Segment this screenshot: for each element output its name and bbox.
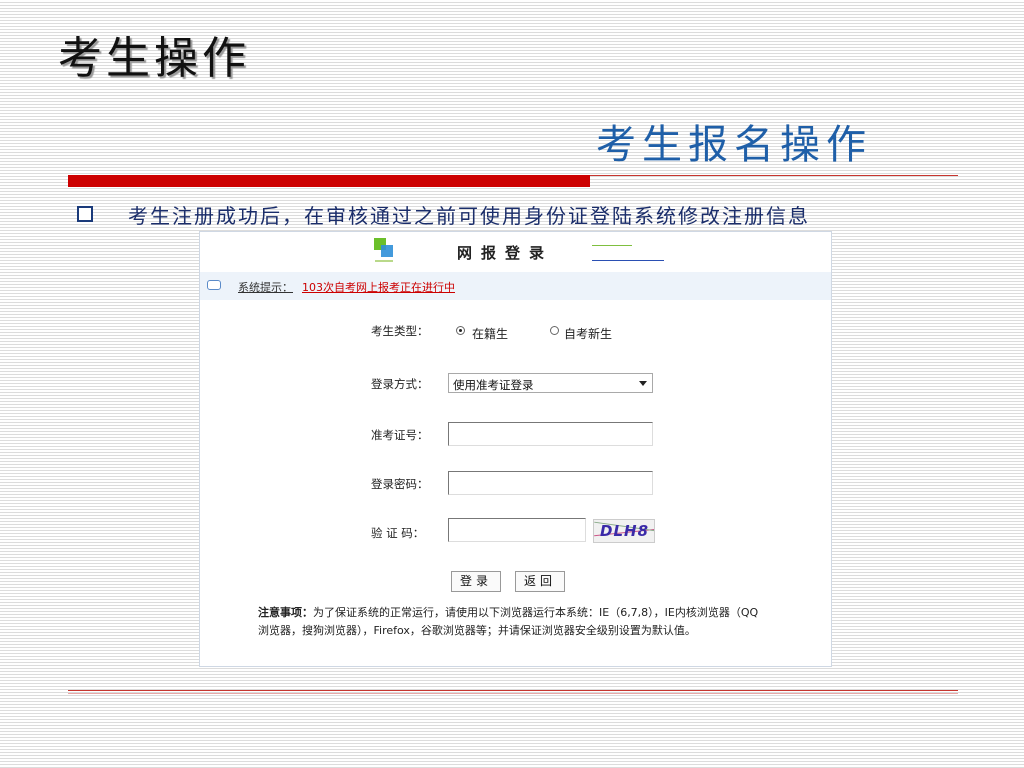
footer-divider — [68, 690, 958, 691]
password-input[interactable] — [448, 471, 653, 495]
bullet-square-icon — [77, 206, 93, 222]
bullet-text: 考生注册成功后，在审核通过之前可使用身份证登陆系统修改注册信息 — [128, 204, 810, 228]
logo-icon — [374, 238, 394, 262]
system-notice-bar: 系统提示： 103次自考网上报考正在进行中 — [200, 272, 831, 300]
password-label: 登录密码： — [371, 477, 429, 491]
header-decoration-line — [592, 245, 632, 246]
radio-enrolled-label[interactable]: 在籍生 — [472, 325, 508, 342]
header-divider-thick — [68, 175, 590, 187]
notice-link[interactable]: 103次自考网上报考正在进行中 — [302, 279, 455, 295]
captcha-input[interactable] — [448, 518, 586, 542]
header-decoration-line — [592, 260, 664, 261]
notice-label[interactable]: 系统提示： — [238, 279, 293, 295]
chevron-down-icon — [639, 381, 647, 386]
login-screenshot: 网报登录 系统提示： 103次自考网上报考正在进行中 考生类型： 在籍生 自考新… — [199, 231, 832, 667]
back-button[interactable]: 返回 — [515, 571, 565, 592]
login-method-label: 登录方式： — [371, 377, 429, 391]
captcha-label: 验 证 码： — [371, 526, 425, 540]
footer-divider — [68, 693, 958, 694]
login-title: 网报登录 — [457, 244, 554, 262]
login-header: 网报登录 — [200, 232, 831, 270]
radio-new-student[interactable] — [550, 326, 559, 335]
slide-title: 考生操作 — [58, 33, 250, 84]
ticket-number-label: 准考证号： — [371, 428, 429, 442]
candidate-type-label: 考生类型： — [371, 324, 429, 338]
slide-subtitle: 考生报名操作 — [596, 122, 872, 168]
notes-text: 为了保证系统的正常运行，请使用以下浏览器运行本系统：IE（6,7,8），IE内核… — [258, 606, 759, 637]
radio-enrolled[interactable] — [456, 326, 465, 335]
speech-bubble-icon — [207, 280, 221, 290]
radio-new-student-label[interactable]: 自考新生 — [564, 325, 612, 342]
notes-section: 注意事项：为了保证系统的正常运行，请使用以下浏览器运行本系统：IE（6,7,8）… — [258, 604, 768, 640]
login-method-value: 使用准考证登录 — [453, 378, 534, 392]
ticket-number-input[interactable] — [448, 422, 653, 446]
login-method-select[interactable]: 使用准考证登录 — [448, 373, 653, 393]
notes-title: 注意事项： — [258, 606, 313, 619]
captcha-text: DLH8 — [600, 522, 649, 540]
login-button[interactable]: 登录 — [451, 571, 501, 592]
captcha-image[interactable]: DLH8 — [593, 519, 655, 543]
